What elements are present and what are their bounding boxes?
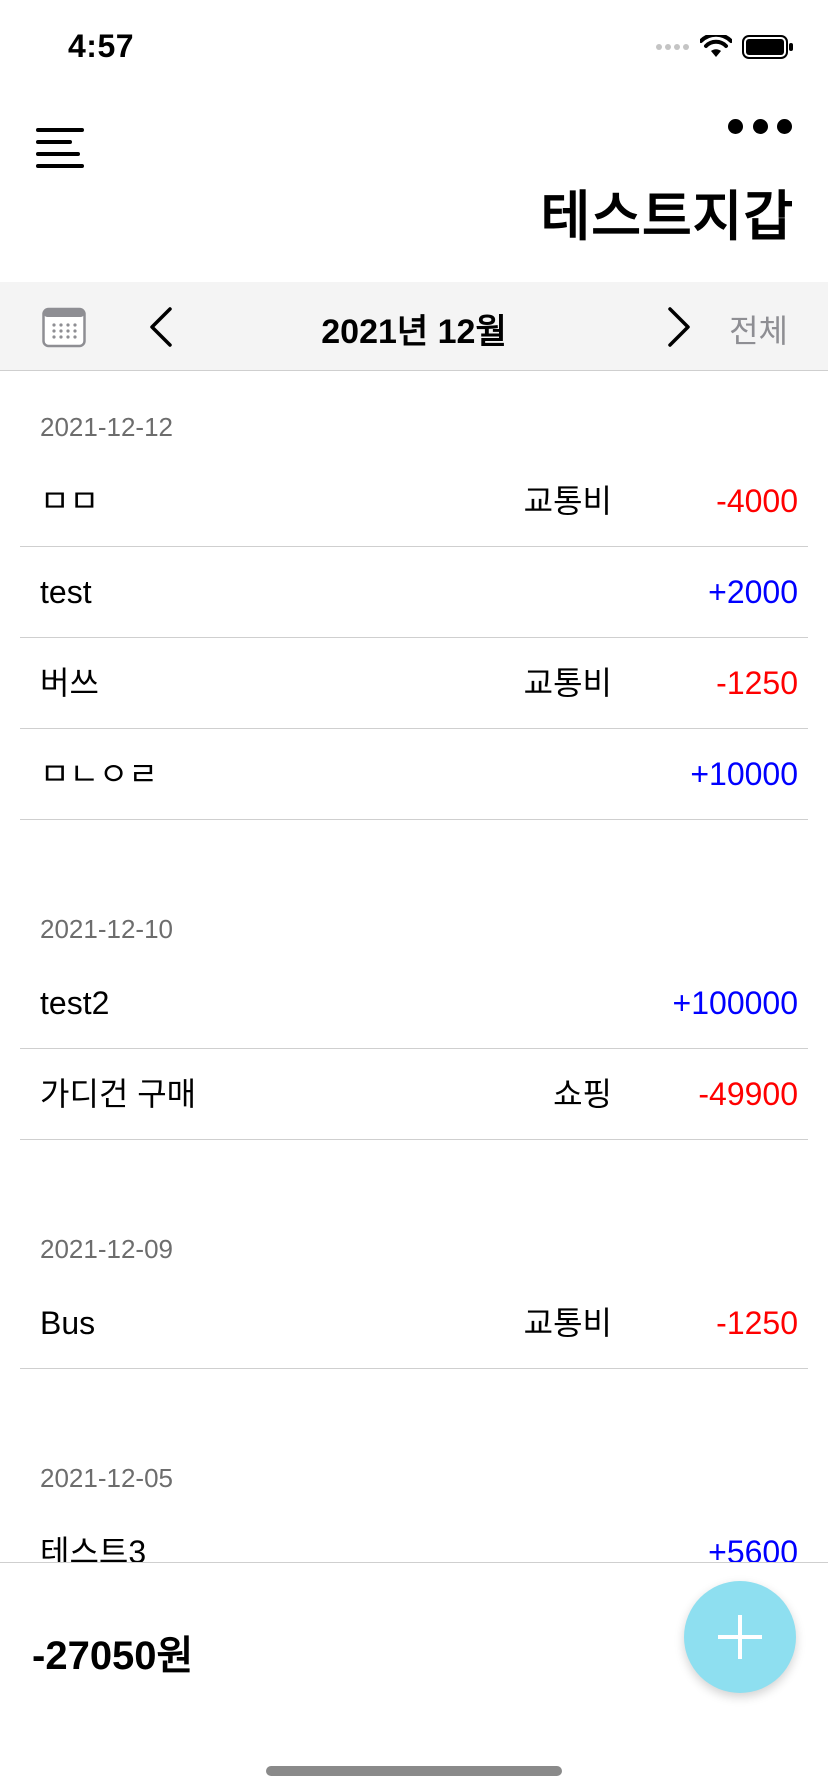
transaction-title: Bus [40,1305,96,1341]
transaction-amount: +10000 [690,756,798,792]
transaction-title: 버쓰 [40,665,99,701]
transaction-amount: +2000 [708,574,798,610]
battery-icon [742,35,793,59]
section-date-header: 2021-12-09 [40,1234,173,1264]
transaction-amount: -4000 [716,483,798,519]
transaction-amount: -1250 [716,665,798,701]
transaction-row[interactable]: 버쓰 교통비 -1250 [20,638,808,729]
add-transaction-button[interactable] [684,1581,796,1693]
section-date-header: 2021-12-05 [40,1463,173,1493]
transaction-row[interactable]: 가디건 구매 쇼핑 -49900 [20,1049,808,1140]
wifi-icon [700,35,732,57]
date-section: 2021-12-10 test2 +100000 가디건 구매 쇼핑 -49900 [0,874,828,1140]
signal-icon [656,44,689,50]
footer-bar: -27050원 [0,1562,828,1792]
date-section: 2021-12-09 Bus 교통비 -1250 [0,1194,828,1369]
transaction-amount: +100000 [672,985,798,1021]
transaction-title: test2 [40,985,110,1021]
view-all-button[interactable]: 전체 [729,306,788,352]
home-indicator [266,1766,562,1776]
transaction-category: 교통비 [523,1305,612,1341]
status-bar: 4:57 [0,0,828,100]
transaction-amount: -1250 [716,1305,798,1341]
date-section: 2021-12-12 ㅁㅁ 교통비 -4000 test +2000 버쓰 교통비 -1250 ㅁ… [0,372,828,820]
screen: 4:57 테스트지갑 2021년 12월 전체 2021-12-12 ㅁㅁ 교통… [0,0,828,1792]
transaction-row[interactable]: Bus 교통비 -1250 [20,1278,808,1369]
current-month-label: 2021년 12월 [321,313,507,351]
wallet-title: 테스트지갑 [540,187,794,247]
more-icon[interactable] [728,114,792,138]
section-date-header: 2021-12-10 [40,914,173,944]
transaction-list: 2021-12-12 ㅁㅁ 교통비 -4000 test +2000 버쓰 교통비 -1250 ㅁ… [0,372,828,1652]
transaction-title: ㅁㄴㅇㄹ [40,756,158,792]
chevron-right-icon[interactable] [664,306,694,348]
transaction-category: 교통비 [523,665,612,701]
transaction-row[interactable]: ㅁㄴㅇㄹ +10000 [20,729,808,820]
transaction-amount: -49900 [698,1076,798,1112]
transaction-row[interactable]: ㅁㅁ 교통비 -4000 [20,456,808,547]
menu-icon[interactable] [36,126,88,176]
transaction-title: 가디건 구매 [40,1076,197,1112]
total-balance: -27050원 [32,1634,194,1678]
status-time: 4:57 [68,28,135,64]
transaction-category: 쇼핑 [553,1076,612,1112]
month-navigation-bar: 2021년 12월 전체 [0,282,828,371]
section-date-header: 2021-12-12 [40,412,173,442]
status-icons [656,34,794,60]
transaction-title: ㅁㅁ [40,483,99,519]
transaction-row[interactable]: test +2000 [20,547,808,638]
transaction-row[interactable]: test2 +100000 [20,958,808,1049]
transaction-title: test [40,574,92,610]
transaction-category: 교통비 [523,483,612,519]
